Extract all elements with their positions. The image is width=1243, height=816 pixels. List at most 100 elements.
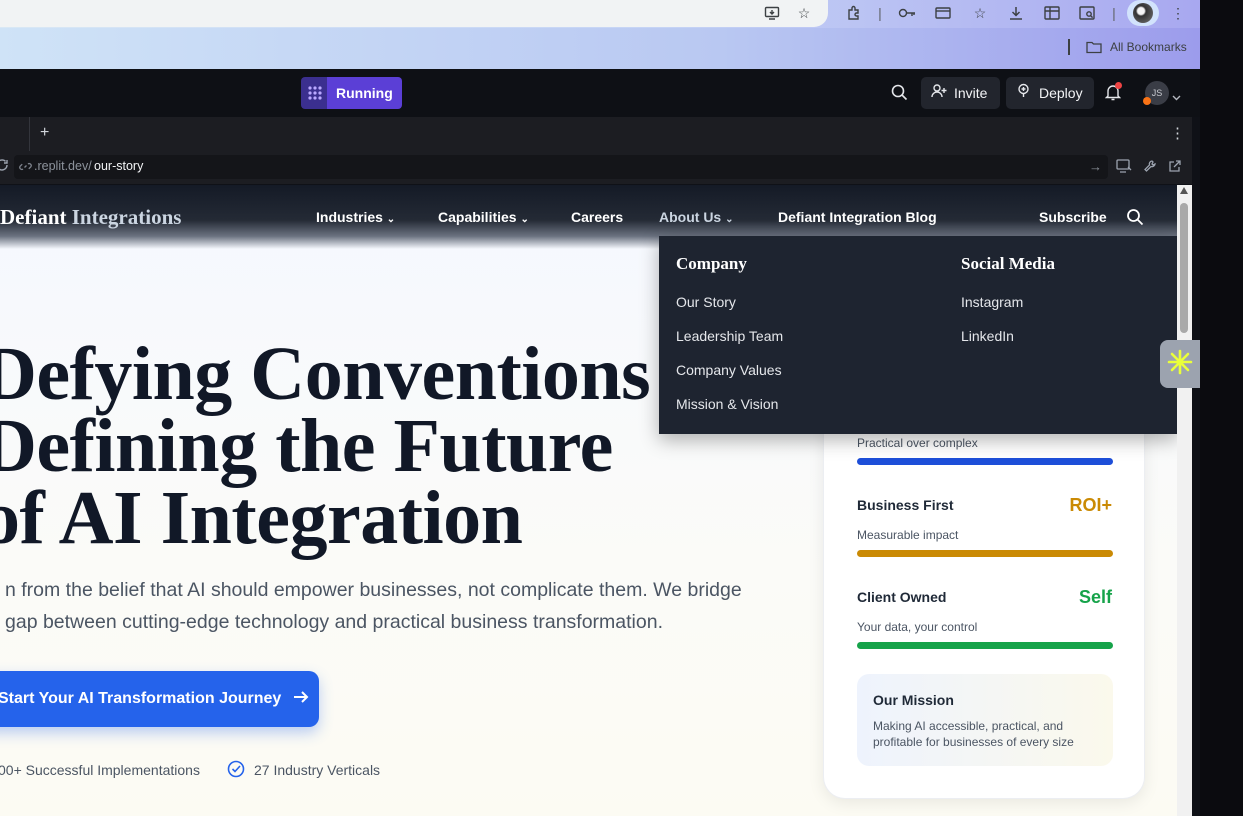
brand-light: Integrations <box>71 205 182 229</box>
bookmarks-bar: All Bookmarks <box>0 28 1200 69</box>
scroll-up-icon[interactable] <box>1180 187 1188 194</box>
download-icon[interactable] <box>1006 3 1026 23</box>
brand-bold: Defiant <box>0 205 67 229</box>
tab-search-icon[interactable] <box>1077 3 1097 23</box>
card-item-subtitle: Your data, your control <box>857 620 978 634</box>
tabs-more-icon[interactable]: ⋮ <box>1170 124 1185 142</box>
running-status-button[interactable]: Running <box>327 77 402 109</box>
replit-header: Running Invite Deploy JS <box>0 69 1200 117</box>
preview-tabs-bar: + ⋮ <box>0 117 1192 151</box>
avatar-badge <box>1143 97 1151 105</box>
deploy-icon <box>1016 83 1031 103</box>
omnibox[interactable]: ☆ <box>0 0 828 27</box>
page-scrollbar[interactable] <box>1177 185 1192 816</box>
more-menu-icon[interactable]: ⋮ <box>1168 3 1188 23</box>
menu-item-company-values[interactable]: Company Values <box>676 362 782 378</box>
add-user-icon <box>931 83 947 103</box>
reload-icon[interactable] <box>0 158 9 177</box>
menu-item-mission-vision[interactable]: Mission & Vision <box>676 396 778 412</box>
go-arrow-icon[interactable]: → <box>1089 159 1102 174</box>
chevron-down-icon[interactable] <box>1172 88 1181 106</box>
replit-run-icon[interactable] <box>301 77 329 109</box>
nav-about-us[interactable]: About Us ⌄ <box>659 209 734 225</box>
site-search-icon[interactable] <box>1126 208 1144 231</box>
hero-paragraph-line1: n from the belief that AI should empower… <box>5 579 742 601</box>
stat-implementations: 00+ Successful Implementations <box>0 762 200 778</box>
chevron-down-icon: ⌄ <box>520 214 529 225</box>
notification-dot <box>1115 82 1122 89</box>
card-item-title: Client Owned <box>857 589 947 605</box>
social-media-heading: Social Media <box>961 254 1055 273</box>
practical-subtitle: Practical over complex <box>857 436 978 450</box>
divider-icon: | <box>1112 5 1116 21</box>
menu-item-instagram[interactable]: Instagram <box>961 294 1023 310</box>
install-app-icon[interactable] <box>762 3 782 23</box>
url-prefix: .replit.dev/ <box>34 159 92 173</box>
side-panel-icon[interactable] <box>1042 3 1062 23</box>
devtools-icon[interactable] <box>1116 159 1132 178</box>
stat-verticals: 27 Industry Verticals <box>254 762 381 778</box>
nav-industries-label: Industries <box>316 209 383 225</box>
tab-divider <box>0 117 30 151</box>
extensions-icon[interactable] <box>844 3 864 23</box>
assistant-widget-button[interactable] <box>1160 340 1200 388</box>
card-item-subtitle: Measurable impact <box>857 528 959 542</box>
site-preview: Defiant Integrations Industries ⌄ Capabi… <box>0 185 1177 816</box>
check-circle-icon <box>227 760 245 783</box>
password-key-icon[interactable] <box>897 3 917 23</box>
business-first-progress-bar <box>857 550 1113 557</box>
nav-capabilities-label: Capabilities <box>438 209 517 225</box>
brand-logo[interactable]: Defiant Integrations <box>0 205 181 230</box>
hero-heading-line3: of AI Integration <box>0 476 523 560</box>
profile-avatar-icon[interactable] <box>1127 0 1159 26</box>
menu-item-linkedin[interactable]: LinkedIn <box>961 328 1014 344</box>
values-card: Practical over complex Business First RO… <box>823 415 1145 799</box>
menu-item-our-story[interactable]: Our Story <box>676 294 736 310</box>
reading-list-icon[interactable]: ☆ <box>970 3 990 23</box>
sparkle-icon <box>1167 349 1193 380</box>
invite-label: Invite <box>954 85 988 101</box>
all-bookmarks-link[interactable]: All Bookmarks <box>1110 40 1187 54</box>
open-external-icon[interactable] <box>1168 159 1182 178</box>
nav-capabilities[interactable]: Capabilities ⌄ <box>438 209 529 225</box>
mission-box: Our Mission Making AI accessible, practi… <box>857 674 1113 766</box>
nav-careers[interactable]: Careers <box>571 209 623 225</box>
folder-icon <box>1086 40 1102 59</box>
wrench-icon[interactable] <box>1143 159 1157 178</box>
mission-title: Our Mission <box>873 692 954 708</box>
nav-about-label: About Us <box>659 209 722 225</box>
search-icon[interactable] <box>891 84 908 106</box>
menu-item-leadership-team[interactable]: Leadership Team <box>676 328 783 344</box>
chevron-down-icon: ⌄ <box>386 214 396 225</box>
scrollbar-thumb[interactable] <box>1180 203 1188 333</box>
hero-paragraph-line2: gap between cutting-edge technology and … <box>5 611 663 633</box>
chevron-down-icon: ⌄ <box>725 214 734 225</box>
card-item-title: Business First <box>857 497 954 513</box>
new-tab-button[interactable]: + <box>40 124 49 142</box>
nav-industries[interactable]: Industries ⌄ <box>316 209 395 225</box>
invite-button[interactable]: Invite <box>921 77 1000 109</box>
practical-progress-bar <box>857 458 1113 465</box>
mission-text-line1: Making AI accessible, practical, and <box>873 719 1064 733</box>
arrow-right-icon <box>293 690 309 709</box>
link-icon <box>19 160 32 178</box>
browser-toolbar: ☆ | ☆ | ⋮ <box>0 0 1200 28</box>
client-owned-progress-bar <box>857 642 1113 649</box>
card-item-value: ROI+ <box>1069 495 1112 515</box>
deploy-label: Deploy <box>1039 85 1083 101</box>
deploy-button[interactable]: Deploy <box>1006 77 1094 109</box>
divider-icon <box>1068 39 1070 55</box>
nav-subscribe[interactable]: Subscribe <box>1039 209 1107 225</box>
cta-label: Start Your AI Transformation Journey <box>0 690 282 707</box>
about-us-dropdown: Company Our Story Leadership Team Compan… <box>659 236 1177 434</box>
mission-text-line2: profitable for businesses of every size <box>873 735 1074 749</box>
preview-url-bar: .replit.dev/ our-story → <box>0 151 1192 184</box>
bookmark-star-icon[interactable]: ☆ <box>794 3 814 23</box>
nav-blog[interactable]: Defiant Integration Blog <box>778 209 937 225</box>
window-edge <box>1200 0 1243 816</box>
card-icon[interactable] <box>933 3 953 23</box>
url-input[interactable]: .replit.dev/ our-story → <box>14 155 1108 179</box>
company-heading: Company <box>676 254 747 273</box>
url-path: our-story <box>94 159 144 173</box>
start-journey-button[interactable]: Start Your AI Transformation Journey <box>0 671 319 727</box>
